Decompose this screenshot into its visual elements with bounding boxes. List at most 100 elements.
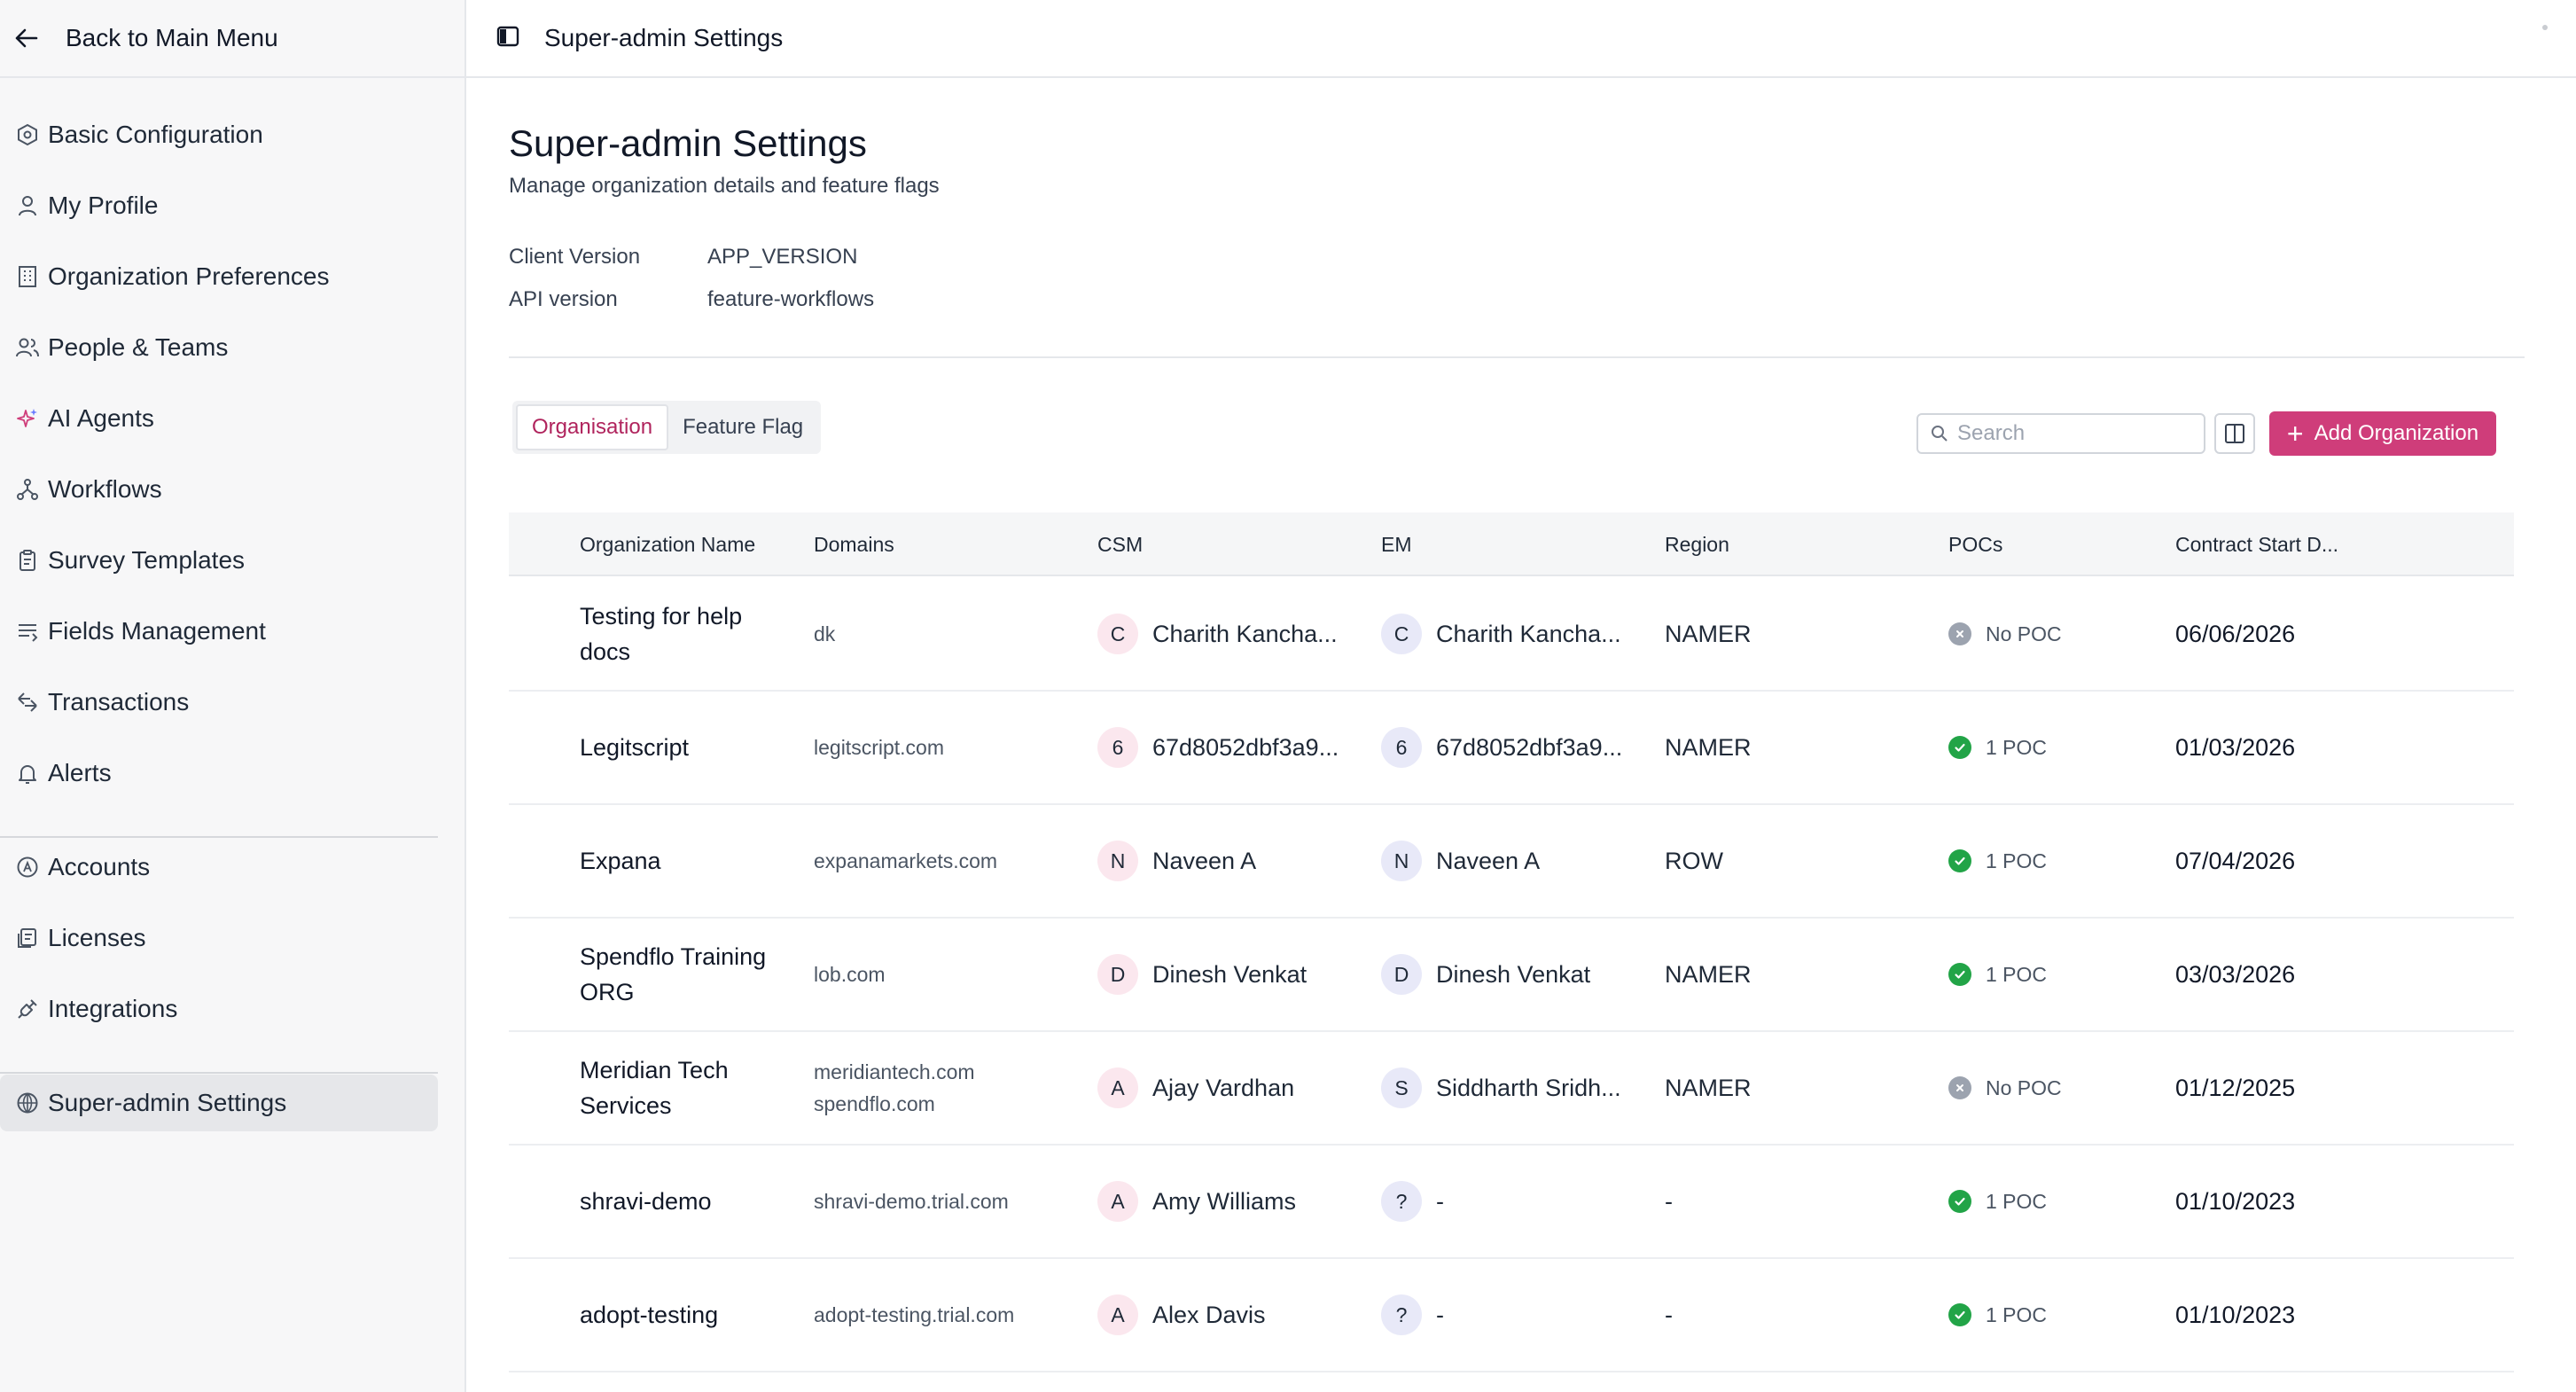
client-version-label: Client Version bbox=[509, 245, 641, 269]
em-cell: C Charith Kancha... bbox=[1381, 578, 1621, 690]
search-icon bbox=[1932, 426, 1948, 442]
sidebar-item-workflows[interactable]: Workflows bbox=[0, 461, 438, 518]
sidebar-toggle-icon[interactable] bbox=[496, 25, 523, 51]
csm-name: Dinesh Venkat bbox=[1152, 960, 1308, 988]
sidebar-divider bbox=[0, 836, 438, 838]
contract-start-date: 03/03/2026 bbox=[2175, 960, 2296, 988]
sidebar-item-label: People & Teams bbox=[48, 333, 229, 361]
transactions-icon bbox=[14, 689, 41, 716]
sidebar-item-ai-agents[interactable]: AI Agents bbox=[0, 390, 438, 447]
em-name: - bbox=[1436, 1301, 1444, 1328]
table-row[interactable]: Testing for help docs dk C Charith Kanch… bbox=[509, 578, 2514, 692]
csm-cell: D Dinesh Venkat bbox=[1097, 919, 1307, 1030]
search-input[interactable]: Search bbox=[1916, 413, 2205, 454]
avatar: S bbox=[1381, 1067, 1422, 1108]
domains-cell: dk bbox=[814, 618, 835, 650]
sidebar-item-my-profile[interactable]: My Profile bbox=[0, 177, 438, 234]
tab-feature-flag[interactable]: Feature Flag bbox=[668, 404, 817, 450]
sidebar-item-label: Fields Management bbox=[48, 617, 266, 645]
column-header-contract-start-date[interactable]: Contract Start D... bbox=[2175, 512, 2338, 576]
column-header-region[interactable]: Region bbox=[1665, 512, 1729, 576]
column-header-csm[interactable]: CSM bbox=[1097, 512, 1143, 576]
top-bar: Super-admin Settings bbox=[466, 0, 2576, 78]
sidebar-item-super-admin-settings[interactable]: Super-admin Settings bbox=[0, 1075, 438, 1131]
contract-start-date: 06/06/2026 bbox=[2175, 620, 2296, 647]
users-icon bbox=[14, 334, 41, 361]
organization-name[interactable]: adopt-testing bbox=[580, 1297, 792, 1333]
column-header-domains[interactable]: Domains bbox=[814, 512, 894, 576]
sidebar-item-people-teams[interactable]: People & Teams bbox=[0, 319, 438, 376]
poc-status-badge: 1 POC bbox=[1948, 805, 2047, 917]
poc-status-badge: 1 POC bbox=[1948, 692, 2047, 803]
sidebar-item-basic-configuration[interactable]: Basic Configuration bbox=[0, 106, 438, 163]
table-row[interactable]: Expana expanamarkets.com N Naveen A N Na… bbox=[509, 805, 2514, 919]
organization-name[interactable]: Testing for help docs bbox=[580, 598, 792, 669]
domain-text: dk bbox=[814, 622, 836, 645]
csm-cell: 6 67d8052dbf3a9... bbox=[1097, 692, 1339, 803]
avatar: N bbox=[1381, 841, 1422, 881]
table-row[interactable]: Spendflo Training ORG lob.com D Dinesh V… bbox=[509, 919, 2514, 1032]
table-row[interactable]: adopt-testing adopt-testing.trial.com A … bbox=[509, 1259, 2514, 1372]
fields-list-icon bbox=[14, 618, 41, 645]
sidebar-item-label: Alerts bbox=[48, 759, 112, 786]
client-version-value: APP_VERSION bbox=[707, 245, 858, 269]
sidebar-item-label: Organization Preferences bbox=[48, 262, 330, 290]
sidebar-item-fields-management[interactable]: Fields Management bbox=[0, 603, 438, 660]
column-header-pocs[interactable]: POCs bbox=[1948, 512, 2002, 576]
column-header-em[interactable]: EM bbox=[1381, 512, 1412, 576]
avatar: C bbox=[1381, 614, 1422, 654]
back-to-main-menu-button[interactable]: Back to Main Menu bbox=[0, 0, 464, 78]
sidebar-item-label: My Profile bbox=[48, 192, 159, 219]
sidebar-item-transactions[interactable]: Transactions bbox=[0, 674, 438, 731]
sidebar-item-licenses[interactable]: Licenses bbox=[0, 910, 438, 966]
add-organization-label: Add Organization bbox=[2314, 421, 2479, 445]
poc-status-badge: 1 POC bbox=[1948, 1146, 2047, 1257]
poc-status-badge: No POC bbox=[1948, 578, 2062, 690]
domains-cell: legitscript.com bbox=[814, 731, 944, 763]
csm-cell: C Charith Kancha... bbox=[1097, 578, 1338, 690]
tab-group: Organisation Feature Flag bbox=[512, 401, 822, 454]
csm-name: 67d8052dbf3a9... bbox=[1152, 733, 1339, 761]
search-placeholder: Search bbox=[1957, 421, 2026, 445]
sidebar-item-organization-preferences[interactable]: Organization Preferences bbox=[0, 248, 438, 305]
hexagon-settings-icon bbox=[14, 121, 41, 148]
poc-status-badge: 1 POC bbox=[1948, 1259, 2047, 1371]
sidebar-item-label: AI Agents bbox=[48, 404, 154, 432]
domain-text: shravi-demo.trial.com bbox=[814, 1190, 1009, 1213]
bell-icon bbox=[14, 760, 41, 786]
contract-start-date: 07/04/2026 bbox=[2175, 847, 2296, 874]
arrow-left-icon bbox=[11, 22, 43, 54]
license-icon bbox=[14, 925, 41, 951]
sidebar-item-alerts[interactable]: Alerts bbox=[0, 745, 438, 802]
accounts-icon bbox=[14, 854, 41, 880]
em-cell: S Siddharth Sridh... bbox=[1381, 1032, 1621, 1144]
add-organization-button[interactable]: + Add Organization bbox=[2269, 411, 2496, 456]
contract-start-date: 01/03/2026 bbox=[2175, 733, 2296, 761]
organization-name[interactable]: Legitscript bbox=[580, 730, 792, 765]
organization-name[interactable]: Spendflo Training ORG bbox=[580, 939, 792, 1010]
contract-start-date: 01/12/2025 bbox=[2175, 1074, 2296, 1101]
organization-name[interactable]: Meridian Tech Services bbox=[580, 1052, 792, 1123]
sidebar-item-label: Super-admin Settings bbox=[48, 1089, 287, 1116]
em-cell: D Dinesh Venkat bbox=[1381, 919, 1590, 1030]
tab-organisation[interactable]: Organisation bbox=[516, 404, 669, 450]
sidebar-item-accounts[interactable]: Accounts bbox=[0, 839, 438, 895]
sidebar-item-label: Workflows bbox=[48, 475, 162, 503]
table-row[interactable]: shravi-demo shravi-demo.trial.com A Amy … bbox=[509, 1146, 2514, 1259]
domains-cell: expanamarkets.com bbox=[814, 845, 997, 877]
table-header: Organization Name Domains CSM EM Region … bbox=[509, 512, 2514, 576]
poc-label: 1 POC bbox=[1986, 735, 2048, 759]
organization-name[interactable]: Expana bbox=[580, 843, 792, 879]
poc-label: 1 POC bbox=[1986, 1189, 2048, 1213]
poc-label: 1 POC bbox=[1986, 962, 2048, 986]
x-circle-icon bbox=[1948, 622, 1971, 645]
column-settings-button[interactable] bbox=[2214, 413, 2255, 454]
column-header-organization-name[interactable]: Organization Name bbox=[580, 512, 755, 576]
organization-name[interactable]: shravi-demo bbox=[580, 1184, 792, 1219]
sidebar-item-integrations[interactable]: Integrations bbox=[0, 981, 438, 1037]
section-divider bbox=[509, 356, 2525, 358]
em-cell: ? - bbox=[1381, 1146, 1444, 1257]
table-row[interactable]: Meridian Tech Services meridiantech.com s… bbox=[509, 1032, 2514, 1146]
table-row[interactable]: Legitscript legitscript.com 6 67d8052dbf… bbox=[509, 692, 2514, 805]
sidebar-item-survey-templates[interactable]: Survey Templates bbox=[0, 532, 438, 589]
